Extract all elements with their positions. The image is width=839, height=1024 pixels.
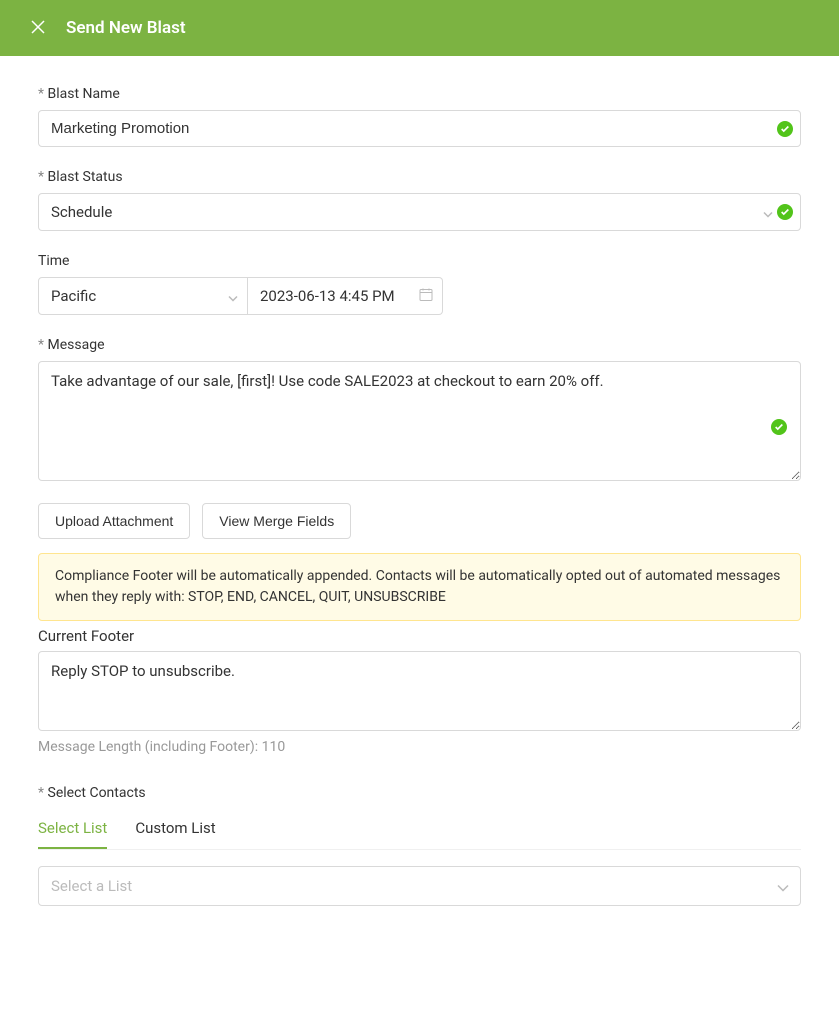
footer-textarea[interactable] — [38, 651, 801, 731]
blast-status-value: Schedule — [51, 203, 112, 221]
contacts-tabs: Select List Custom List — [38, 809, 801, 850]
page-header: Send New Blast — [0, 0, 839, 56]
blast-name-input[interactable] — [38, 110, 801, 147]
datetime-value: 2023-06-13 4:45 PM — [260, 287, 395, 305]
upload-attachment-button[interactable]: Upload Attachment — [38, 503, 190, 539]
message-textarea[interactable] — [38, 361, 801, 481]
blast-name-label: Blast Name — [38, 86, 801, 102]
compliance-notice: Compliance Footer will be automatically … — [38, 553, 801, 621]
check-icon — [777, 204, 793, 220]
page-title: Send New Blast — [66, 18, 186, 38]
message-label: Message — [38, 337, 801, 353]
tab-select-list[interactable]: Select List — [38, 809, 107, 849]
blast-status-label: Blast Status — [38, 169, 801, 185]
select-list-placeholder: Select a List — [51, 877, 132, 895]
current-footer-label: Current Footer — [38, 627, 801, 645]
tab-custom-list[interactable]: Custom List — [135, 809, 215, 849]
close-icon[interactable] — [30, 16, 46, 40]
blast-status-select[interactable]: Schedule — [38, 193, 801, 231]
timezone-select[interactable]: Pacific — [38, 277, 248, 315]
select-contacts-label: Select Contacts — [38, 785, 801, 801]
select-list-dropdown[interactable]: Select a List — [38, 866, 801, 906]
check-icon — [771, 419, 787, 435]
view-merge-fields-button[interactable]: View Merge Fields — [202, 503, 351, 539]
check-icon — [777, 121, 793, 137]
time-label: Time — [38, 253, 801, 269]
datetime-input[interactable]: 2023-06-13 4:45 PM — [248, 277, 443, 315]
timezone-value: Pacific — [51, 287, 96, 305]
message-length-text: Message Length (including Footer): 110 — [38, 739, 801, 755]
